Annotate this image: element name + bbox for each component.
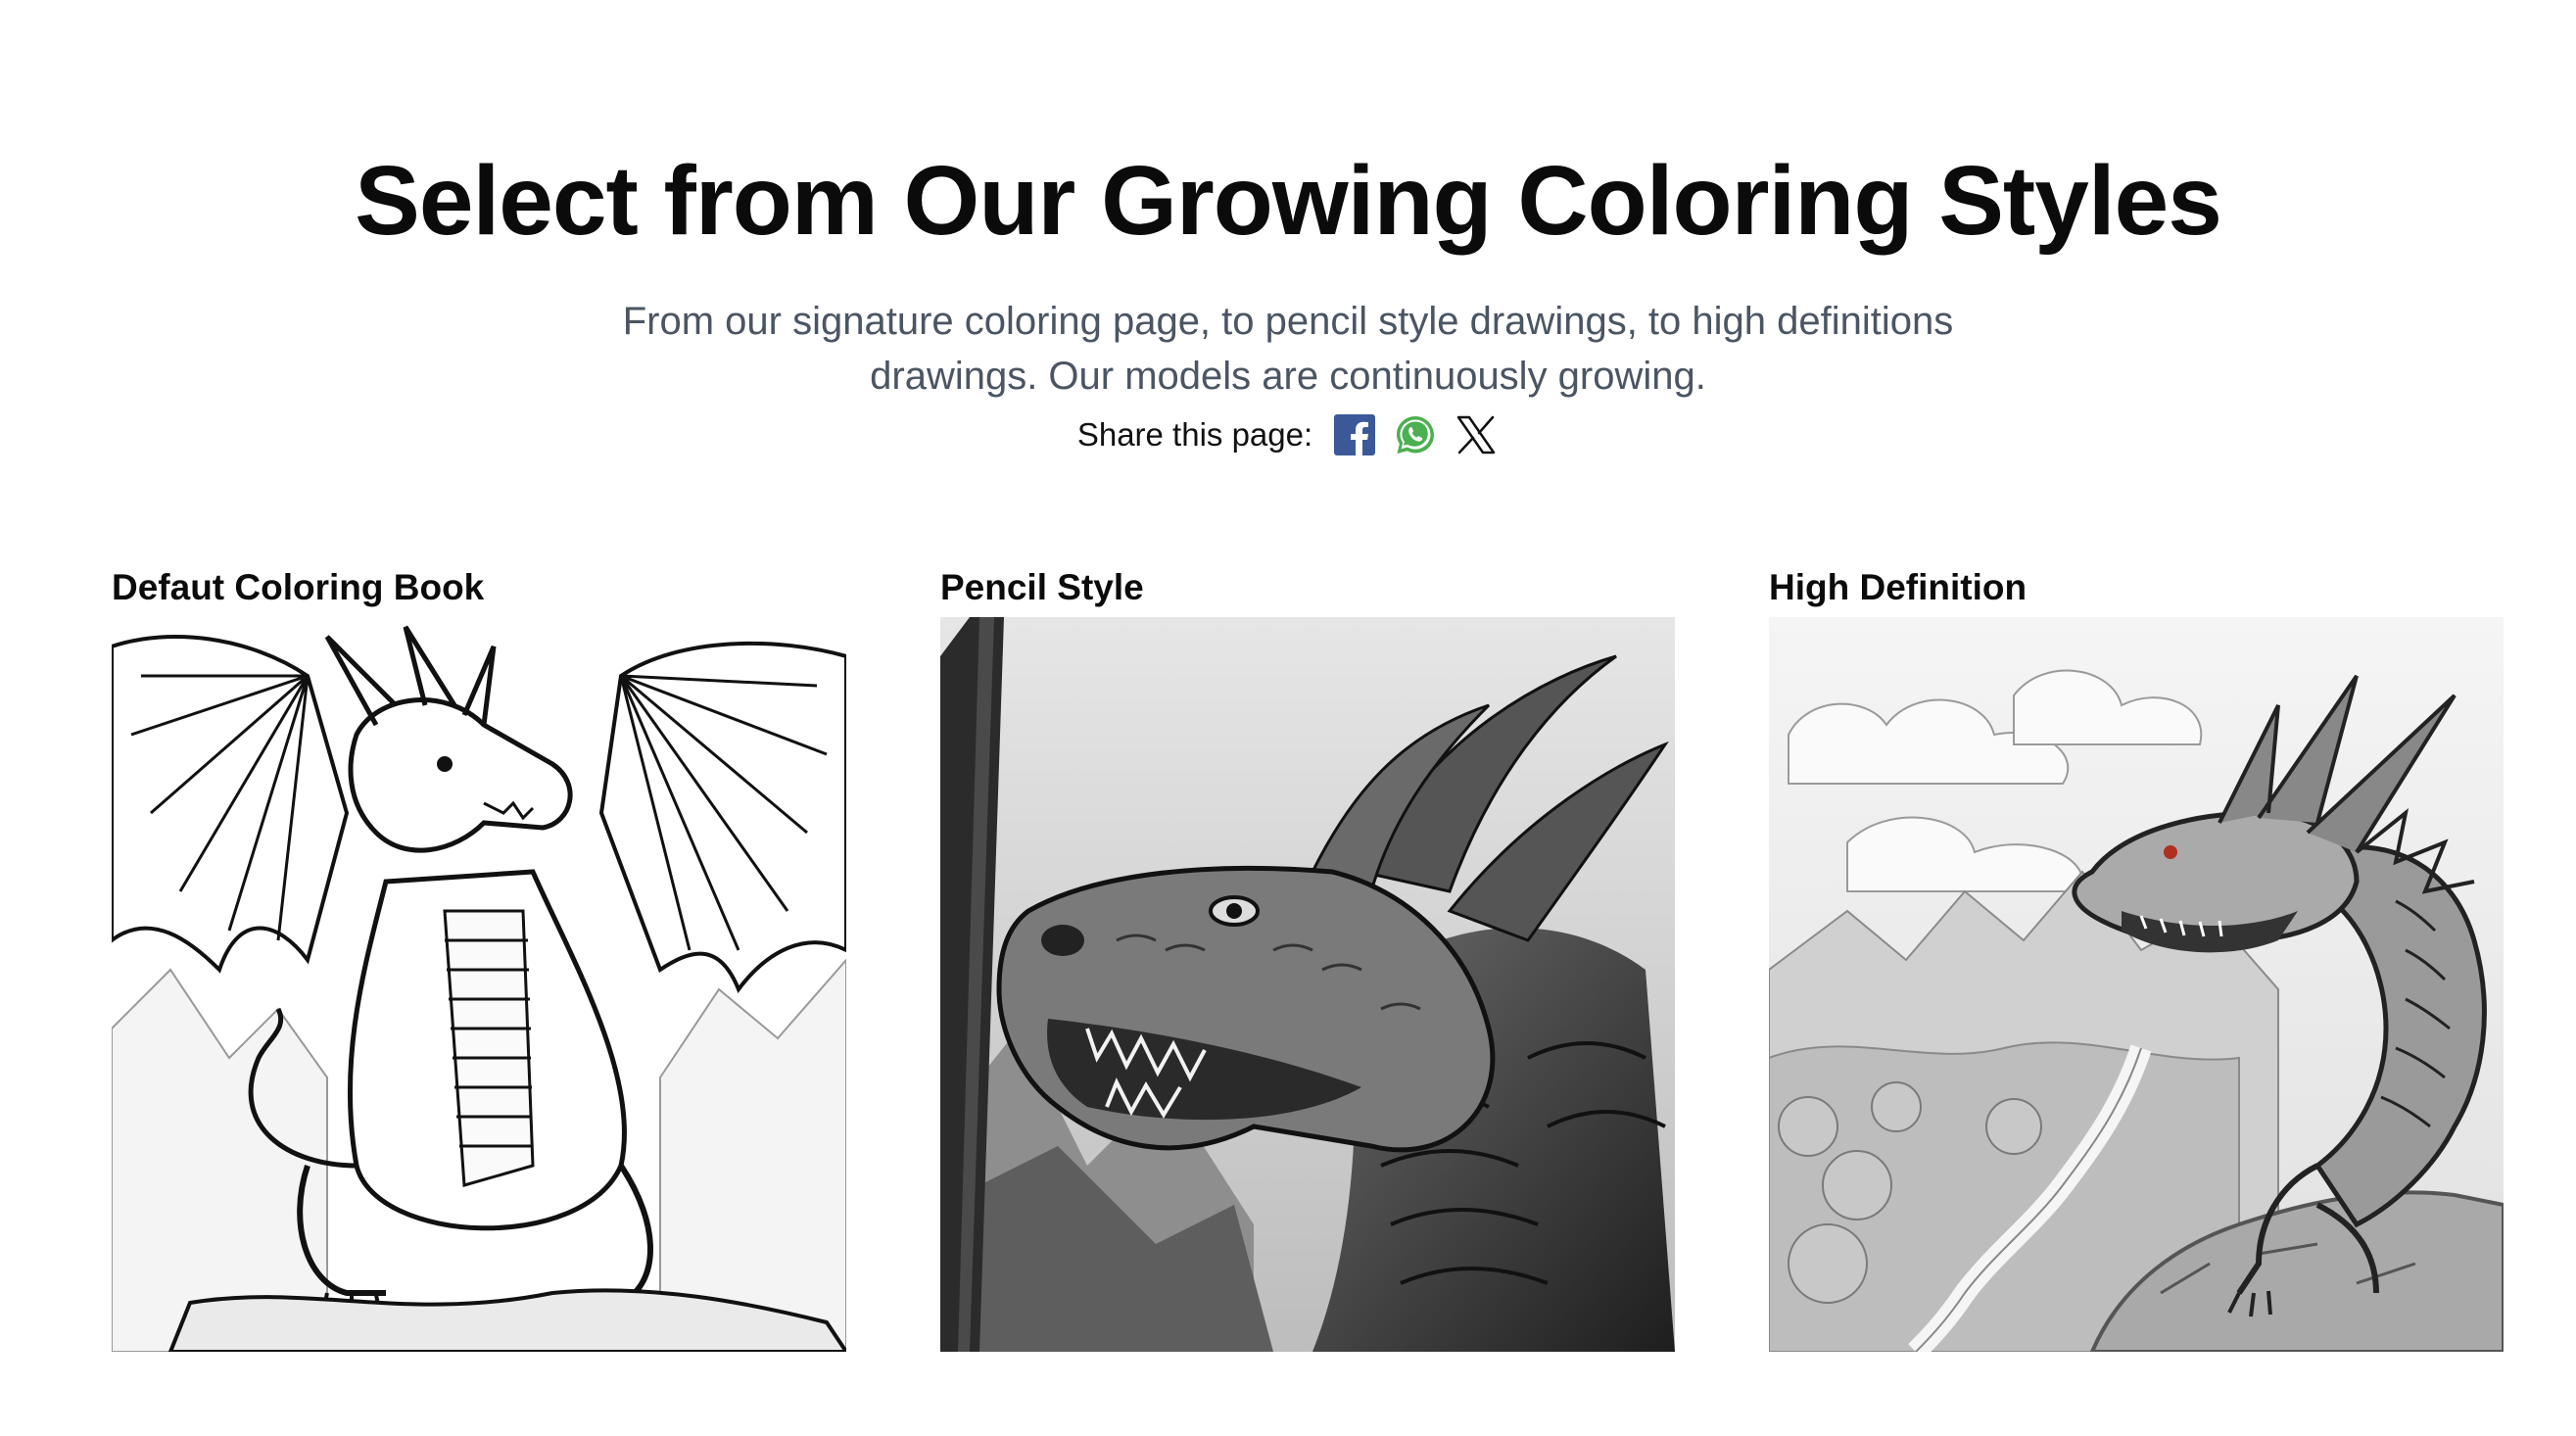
style-card-pencil[interactable]: Pencil Style (940, 563, 1675, 1352)
facebook-share-button[interactable] (1332, 412, 1377, 457)
facebook-icon (1334, 414, 1376, 455)
whatsapp-share-button[interactable] (1393, 412, 1438, 457)
share-label: Share this page: (1076, 416, 1313, 453)
style-label: High Definition (1769, 567, 2027, 607)
page-title: Select from Our Growing Coloring Styles (355, 146, 2222, 256)
coloring-book-dragon-image[interactable] (112, 617, 846, 1352)
style-card-high-definition[interactable]: High Definition (1769, 563, 2504, 1352)
styles-grid: Defaut Coloring Book Pencil Style High D… (112, 563, 2511, 1357)
style-label: Defaut Coloring Book (112, 567, 485, 607)
high-definition-dragon-image[interactable] (1769, 617, 2504, 1352)
style-card-coloring-book[interactable]: Defaut Coloring Book (112, 563, 846, 1352)
whatsapp-icon (1397, 416, 1435, 454)
share-bar: Share this page: (0, 406, 2576, 464)
style-label: Pencil Style (940, 567, 1144, 607)
pencil-dragon-image[interactable] (940, 617, 1675, 1352)
x-share-button[interactable] (1454, 412, 1499, 457)
x-icon (1456, 415, 1496, 455)
page: Select from Our Growing Coloring Styles … (0, 0, 2576, 1436)
hero-section: Select from Our Growing Coloring Styles … (0, 137, 2576, 464)
page-subtitle: From our signature coloring page, to pen… (622, 300, 1954, 398)
